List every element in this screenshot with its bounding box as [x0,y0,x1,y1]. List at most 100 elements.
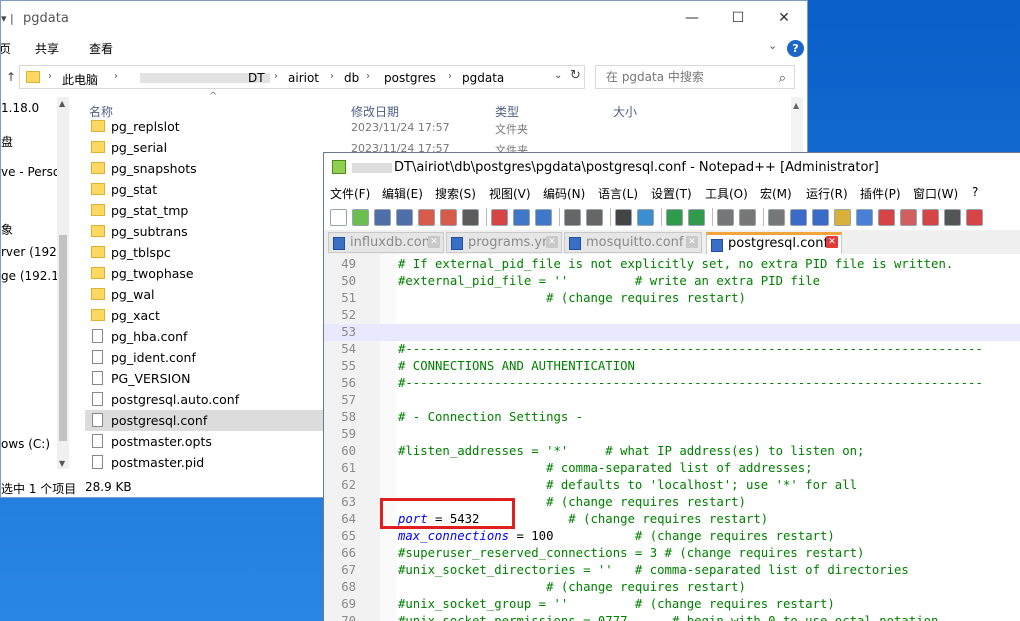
find-icon[interactable] [615,209,632,226]
file-row[interactable]: PG_VERSION [85,368,325,389]
close-tab-icon[interactable]: ✕ [686,236,698,248]
zoom-in-icon[interactable] [666,209,683,226]
menu-item[interactable]: 编辑(E) [382,185,423,202]
file-row[interactable]: postmaster.pid [85,452,325,473]
sync-v-icon[interactable] [717,209,734,226]
nav-item[interactable]: rver (192. [1,245,61,259]
monitor-icon[interactable] [922,209,939,226]
file-row[interactable]: pg_hba.conf [85,326,325,347]
file-row[interactable]: postgresql.conf [85,410,325,431]
column-date[interactable]: 修改日期 [351,103,399,120]
eye-icon[interactable] [944,209,961,226]
menu-item[interactable]: 语言(L) [598,185,638,202]
breadcrumb-this-pc[interactable]: 此电脑 [62,71,98,88]
file-row[interactable]: pg_twophase [85,263,325,284]
file-row[interactable]: pg_subtrans [85,221,325,242]
wrap-icon[interactable] [768,209,785,226]
file-row[interactable]: pg_snapshots [85,158,325,179]
chevron-down-icon[interactable]: ⌄ [768,39,777,52]
tab-postgresql-conf[interactable]: postgresql.conf ✕ [706,232,842,255]
file-row[interactable]: pg_tblspc [85,242,325,263]
close-tab-icon[interactable]: ✕ [546,236,558,248]
new-file-icon[interactable] [330,209,347,226]
maximize-button[interactable]: ☐ [715,5,761,31]
save-icon[interactable] [374,209,391,226]
menu-item[interactable]: 运行(R) [806,185,848,202]
file-row[interactable]: pg_stat [85,179,325,200]
nav-item[interactable]: 1.18.0 [1,101,39,115]
redo-icon[interactable] [586,209,603,226]
nav-item[interactable]: ve - Perso [1,165,60,179]
menu-item[interactable]: 插件(P) [860,185,901,202]
code-editor[interactable]: 49 # If external_pid_file is not explicit… [324,254,1020,621]
address-dropdown-icon[interactable]: ⌄ [554,70,562,81]
tab-file[interactable]: 页 [1,40,11,57]
file-row[interactable]: pg_stat_tmp [85,200,325,221]
search-icon[interactable]: ⌕ [779,68,786,90]
close-all-icon[interactable] [440,209,457,226]
print-icon[interactable] [462,209,479,226]
scroll-up-icon[interactable]: ▲ [59,99,65,108]
tab-view[interactable]: 查看 [89,40,113,57]
function-list-icon[interactable] [878,209,895,226]
menu-item[interactable]: 设置(T) [651,185,692,202]
nav-item[interactable]: ows (C:) [1,437,50,451]
file-row[interactable]: postgresql.auto.conf [85,389,325,410]
breadcrumb-postgres[interactable]: postgres [384,71,436,85]
address-bar[interactable]: ↑ › 此电脑 › DT › airiot › db › postgres › … [6,65,585,89]
scroll-down-icon[interactable]: ▼ [59,459,65,468]
search-input[interactable]: 在 pgdata 中搜索 ⌕ [595,65,795,89]
close-tab-icon[interactable]: ✕ [428,236,440,248]
file-row[interactable]: pg_wal [85,284,325,305]
save-all-icon[interactable] [396,209,413,226]
replace-icon[interactable] [637,209,654,226]
tab-programs-yml[interactable]: programs.yml ✕ [446,232,562,253]
column-type[interactable]: 类型 [495,103,519,120]
scroll-up-icon[interactable]: ▲ [793,101,799,110]
copy-icon[interactable] [513,209,530,226]
menu-item[interactable]: 工具(O) [705,185,748,202]
menu-item[interactable]: 宏(M) [760,185,792,202]
indent-guide-icon[interactable] [812,209,829,226]
udl-icon[interactable] [834,209,851,226]
sync-h-icon[interactable] [739,209,756,226]
nav-item[interactable]: ge (192.1 [1,269,59,283]
tab-share[interactable]: 共享 [35,40,59,57]
menu-item[interactable]: 窗口(W) [913,185,958,202]
zoom-out-icon[interactable] [688,209,705,226]
folder-workspace-icon[interactable] [900,209,917,226]
minimize-button[interactable]: — [669,5,715,31]
undo-icon[interactable] [564,209,581,226]
tab-mosquitto-conf[interactable]: mosquitto.conf ✕ [564,232,702,253]
tab-influxdb-conf[interactable]: influxdb.conf ✕ [328,232,444,253]
refresh-icon[interactable]: ↻ [570,68,581,83]
file-row[interactable]: pg_replslot [85,116,325,137]
record-icon[interactable] [966,209,983,226]
folder-menu-icon[interactable]: ▾ | [1,12,14,25]
file-row[interactable]: pg_serial [85,137,325,158]
file-row[interactable]: pg_xact [85,305,325,326]
breadcrumb-airiot[interactable]: airiot [288,71,319,85]
cut-icon[interactable] [491,209,508,226]
paste-icon[interactable] [535,209,552,226]
nav-item[interactable]: 象 [1,221,13,238]
column-size[interactable]: 大小 [613,103,637,120]
menu-item[interactable]: 文件(F) [330,185,370,202]
breadcrumb-dt[interactable]: DT [248,71,265,85]
nav-scroll-thumb[interactable] [59,235,67,441]
nav-item[interactable]: 盘 [1,133,13,150]
close-button[interactable]: ✕ [761,5,807,31]
file-row[interactable]: postmaster.opts [85,431,325,452]
menu-item[interactable]: 视图(V) [489,185,531,202]
open-file-icon[interactable] [352,209,369,226]
menu-item[interactable]: ? [972,185,978,199]
up-arrow-icon[interactable]: ↑ [6,70,16,84]
breadcrumb-db[interactable]: db [344,71,359,85]
help-icon[interactable]: ? [787,40,804,57]
file-row[interactable]: pg_ident.conf [85,347,325,368]
menu-item[interactable]: 搜索(S) [435,185,476,202]
doc-map-icon[interactable] [856,209,873,226]
breadcrumb-pgdata[interactable]: pgdata [462,71,504,85]
close-icon[interactable] [418,209,435,226]
all-chars-icon[interactable] [790,209,807,226]
